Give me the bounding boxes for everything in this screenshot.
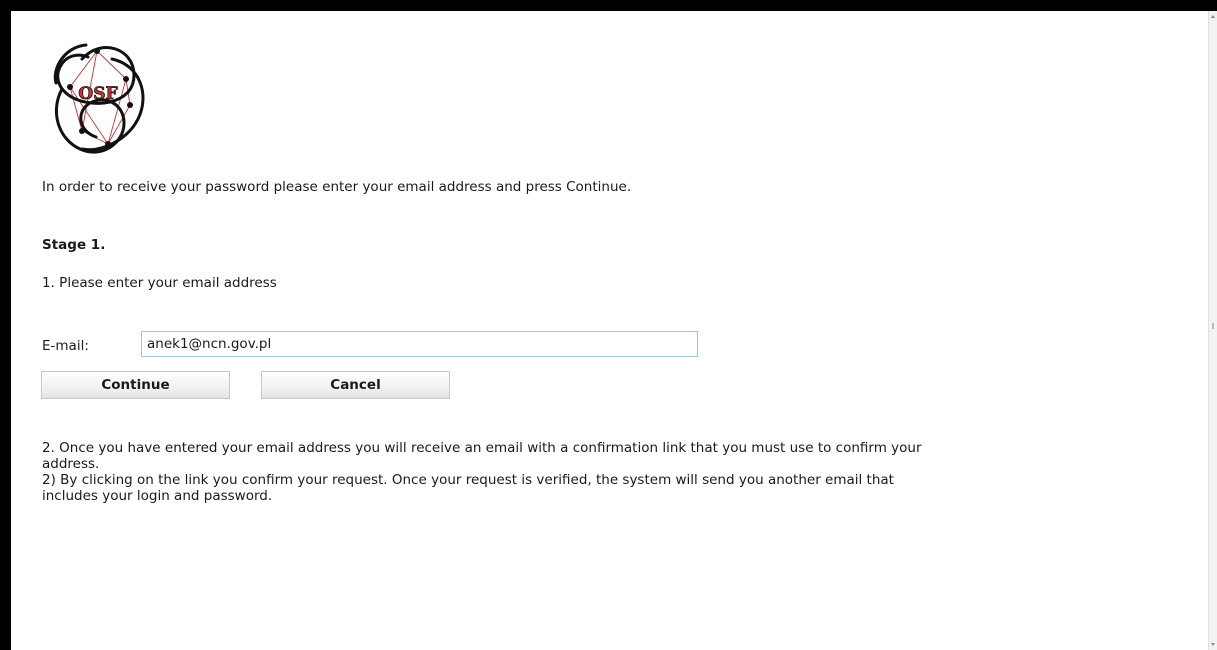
intro-text: In order to receive your password please… <box>42 179 632 195</box>
cancel-button[interactable]: Cancel <box>261 371 450 399</box>
scrollbar-thumb[interactable] <box>1212 323 1214 329</box>
vertical-scrollbar[interactable] <box>1208 11 1217 650</box>
logo-text: OSF <box>78 84 117 104</box>
step-2b-text: 2) By clicking on the link you confirm y… <box>42 472 894 504</box>
step-1-instruction: 1. Please enter your email address <box>42 275 277 291</box>
email-input[interactable] <box>141 331 698 357</box>
page-viewport: OSF In order to receive your password pl… <box>11 11 1208 650</box>
step-2-text: 2. Once you have entered your email addr… <box>42 440 922 472</box>
stage-title: Stage 1. <box>42 237 106 253</box>
continue-button[interactable]: Continue <box>41 371 230 399</box>
info-text: 2. Once you have entered your email addr… <box>42 440 922 504</box>
scroll-down-icon[interactable] <box>1211 643 1215 646</box>
osf-logo: OSF <box>42 39 154 163</box>
email-label: E-mail: <box>42 338 89 354</box>
scroll-up-icon[interactable] <box>1211 15 1215 18</box>
